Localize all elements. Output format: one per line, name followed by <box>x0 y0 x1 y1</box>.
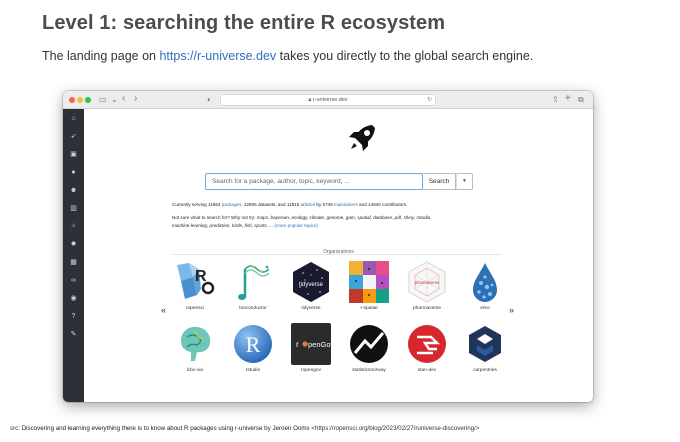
back-button[interactable]: ‹ <box>122 93 125 105</box>
rstudio-logo-icon: R <box>234 325 272 363</box>
gear-icon[interactable]: ✹ <box>63 240 84 250</box>
reload-icon[interactable]: ↻ <box>427 95 432 105</box>
book-icon[interactable]: ▣ <box>63 150 84 160</box>
org-name: vimc <box>480 306 490 311</box>
wrench-icon[interactable]: ✎ <box>63 330 84 340</box>
home-icon[interactable]: ⌂ <box>63 114 84 124</box>
search-tips-line-2: machine learning, prediction, birds, fis… <box>172 223 318 228</box>
pharmaverse-logo-text: pharmaverse <box>415 280 440 285</box>
tips-prompt: Not sure what to search for? Why not try… <box>172 215 257 220</box>
rstudio-logo-text: R <box>246 332 261 357</box>
ropensci-logo-icon: R <box>177 263 215 299</box>
tips-topics-1[interactable]: maps, bayesian, ecology, climate, genome… <box>257 215 432 220</box>
caption-title: Discovering and learning everything ther… <box>21 425 263 432</box>
organizations-divider <box>172 254 502 255</box>
stats-line: Currently serving 11864 packages, 22805 … <box>172 202 407 207</box>
stats-text-4: and 14840 contributors. <box>357 202 408 207</box>
search-tips-line-1: Not sure what to search for? Why not try… <box>172 215 432 220</box>
stan-dev-logo-icon <box>408 325 446 363</box>
org-name: stan-dev <box>417 368 437 373</box>
sidebar: ⌂ ➶ ▣ ● ☻ ▥ ✳ ✹ ▦ ∞ ◉ ? ✎ <box>63 109 84 402</box>
source-caption: src: Discovering and learning everything… <box>10 425 480 432</box>
share-icon[interactable]: ⇪ <box>552 94 559 106</box>
stats-text-3: by 5748 <box>315 202 335 207</box>
rocket-logo-icon <box>349 125 375 151</box>
chart-icon[interactable]: ▥ <box>63 204 84 214</box>
users-icon[interactable]: ☻ <box>63 186 84 196</box>
org-name: lcbc-uio <box>186 368 204 373</box>
forward-button[interactable]: › <box>134 93 137 105</box>
org-name: bioconductor <box>239 306 267 311</box>
slide-subtitle: The landing page on https://r-universe.d… <box>42 49 533 63</box>
vimc-logo-icon <box>473 263 497 302</box>
chevron-down-icon[interactable]: ⌄ <box>111 94 118 106</box>
bioconductor-logo-icon <box>238 265 270 300</box>
org-name: statisticsnorway <box>352 368 386 373</box>
address-bar-url: r-universe.dev <box>312 97 348 103</box>
eye-icon[interactable]: ◉ <box>63 294 84 304</box>
new-tab-icon[interactable]: + <box>565 93 571 105</box>
network-icon[interactable]: ✳ <box>63 222 84 232</box>
r-universe-link[interactable]: https://r-universe.dev <box>159 49 276 63</box>
page-content: Search for a package, author, topic, key… <box>84 109 593 402</box>
pharmaverse-logo-icon: pharmaverse <box>408 261 446 303</box>
caption-prefix: src: <box>10 425 22 432</box>
stats-text-1: Currently serving 11864 <box>172 202 222 207</box>
caption-url[interactable]: <https://ropensci.org/blog/2023/02/27/ru… <box>310 425 479 432</box>
lcbc-uio-logo-icon <box>181 326 211 361</box>
browser-window: ▭ ⌄ ‹ › ◐ 🔒︎ r-universe.dev ↻ ⇪ + ⧉ ⌂ ➶ … <box>63 91 593 402</box>
subtitle-text-start: The landing page on <box>42 49 160 63</box>
sidebar-toggle-icon[interactable]: ▭ <box>99 94 107 106</box>
tips-topics-2[interactable]: machine learning, prediction, birds, fis… <box>172 223 273 228</box>
ropengov-logo-r: r <box>296 339 299 349</box>
caption-by: by <box>262 425 273 432</box>
stats-text-2: , 22805 datasets, and 11915 <box>241 202 301 207</box>
rocket-icon[interactable]: ➶ <box>63 132 84 142</box>
tidyverse-logo-icon: tidyverse <box>293 262 329 302</box>
packages-link[interactable]: packages <box>222 202 242 207</box>
tidyverse-logo-text: tidyverse <box>299 282 324 288</box>
grid-icon[interactable]: ▦ <box>63 258 84 268</box>
maximize-window-button[interactable] <box>85 97 91 103</box>
r-spatial-logo-icon <box>349 261 389 303</box>
org-name: r-spatial <box>360 306 378 311</box>
org-name: pharmaverse <box>413 306 441 311</box>
caption-author: Jeroen Ooms <box>272 425 310 432</box>
slide-title: Level 1: searching the entire R ecosyste… <box>42 12 446 34</box>
search-options-dropdown[interactable]: ▼ <box>456 173 473 190</box>
subtitle-text-end: takes you directly to the global search … <box>276 49 534 63</box>
privacy-shield-icon[interactable]: ◐ <box>207 94 212 106</box>
carpentries-logo-icon <box>469 326 501 362</box>
more-topics-link[interactable]: (more popular topics) <box>273 223 317 228</box>
maintainers-link[interactable]: maintainers <box>334 202 358 207</box>
link-icon[interactable]: ∞ <box>63 276 84 286</box>
search-input[interactable]: Search for a package, author, topic, key… <box>205 173 423 190</box>
ropengov-logo-text: penGov <box>308 340 331 349</box>
org-name: ropensci <box>185 306 205 311</box>
tab-overview-icon[interactable]: ⧉ <box>578 94 584 106</box>
org-name: rstudio <box>245 368 261 373</box>
globe-icon[interactable]: ● <box>63 168 84 178</box>
search-button[interactable]: Search <box>423 173 456 190</box>
close-window-button[interactable] <box>69 97 75 103</box>
browser-titlebar: ▭ ⌄ ‹ › ◐ 🔒︎ r-universe.dev ↻ ⇪ + ⧉ <box>63 91 593 109</box>
org-name: tidyverse <box>301 306 321 311</box>
articles-link[interactable]: articles <box>301 202 316 207</box>
statisticsnorway-logo-icon <box>350 325 388 363</box>
org-name: ropengov <box>300 368 321 373</box>
address-bar[interactable]: 🔒︎ r-universe.dev ↻ <box>220 94 436 106</box>
question-icon[interactable]: ? <box>63 312 84 322</box>
minimize-window-button[interactable] <box>77 97 83 103</box>
ropengov-logo-icon: r penGov <box>291 323 331 365</box>
org-name: carpentries <box>473 368 497 373</box>
